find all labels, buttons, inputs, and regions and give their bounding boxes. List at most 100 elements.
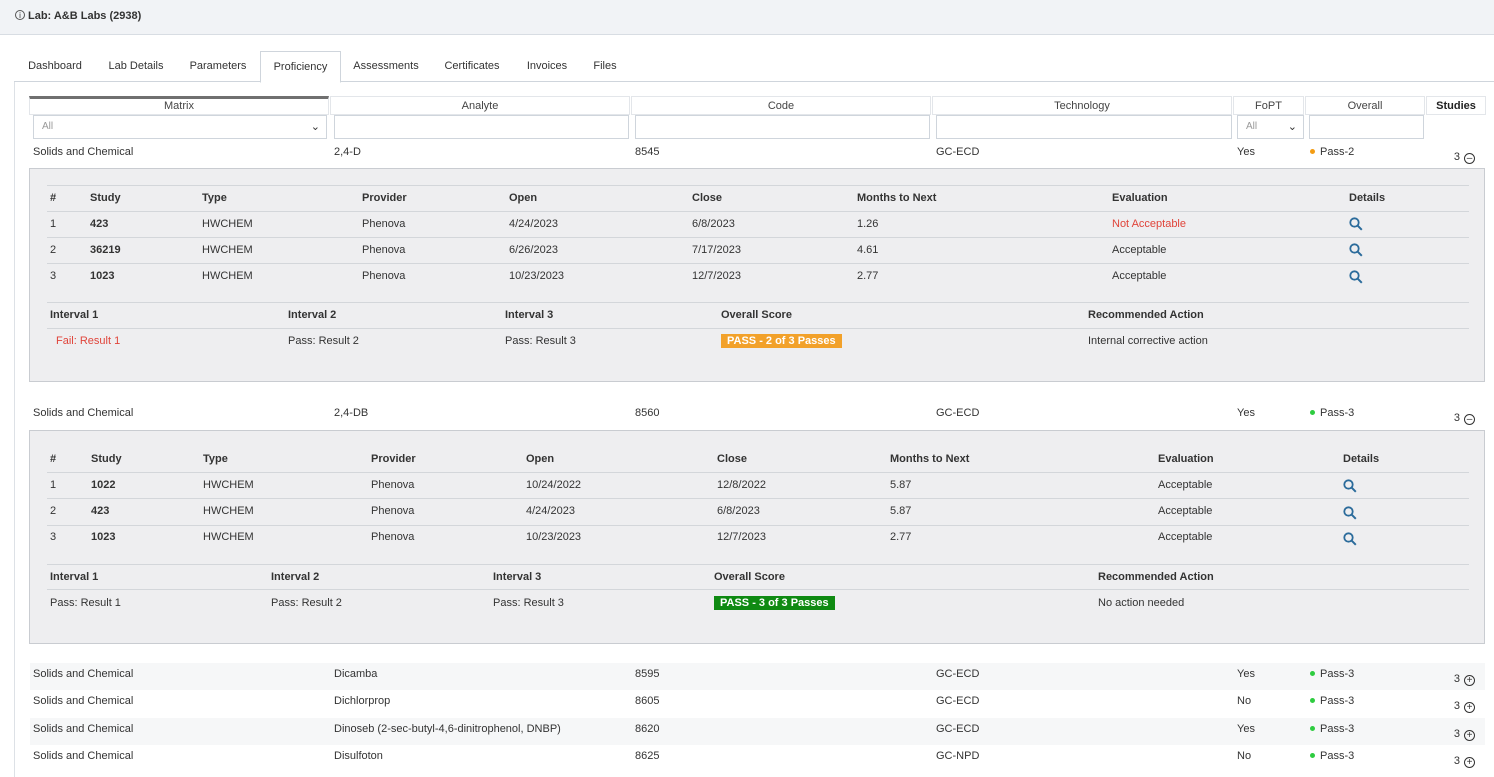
col-header-technology[interactable]: Technology: [932, 96, 1232, 115]
search-icon[interactable]: [1349, 270, 1363, 284]
cell-studies: 3 +: [1425, 673, 1485, 686]
study-provider: Phenova: [362, 218, 406, 230]
cell-studies: 3–: [1425, 412, 1485, 425]
detail-header-details: Details: [1349, 192, 1386, 204]
study-evaluation: Not Acceptable: [1112, 218, 1186, 230]
study-open: 10/23/2023: [509, 270, 565, 282]
tab-assessments[interactable]: Assessments: [341, 51, 431, 82]
matrix-filter-value: All: [42, 121, 54, 132]
study-provider: Phenova: [362, 244, 406, 256]
search-icon[interactable]: [1343, 532, 1357, 546]
col-header-fopt[interactable]: FoPT: [1233, 96, 1304, 115]
cell-matrix: Solids and Chemical: [33, 668, 134, 680]
status-dot-icon: [1310, 149, 1315, 154]
detail-header-type: Type: [202, 192, 227, 204]
table-row[interactable]: Solids and Chemical Dinoseb (2-sec-butyl…: [30, 718, 1485, 745]
summary-header-interval-2: Interval 2: [288, 309, 337, 321]
study-close: 6/8/2023: [692, 218, 735, 230]
study-num: 1: [50, 479, 57, 491]
summary-header-interval-1: Interval 1: [50, 309, 99, 321]
col-header-overall[interactable]: Overall: [1305, 96, 1425, 115]
studies-count: 3: [1453, 755, 1460, 767]
collapse-icon[interactable]: –: [1464, 414, 1475, 425]
table-row[interactable]: Solids and Chemical 2,4-DB 8560 GC-ECD Y…: [30, 402, 1485, 430]
search-icon[interactable]: [1343, 479, 1357, 493]
cell-analyte: 2,4-D: [334, 146, 361, 158]
study-evaluation: Acceptable: [1158, 531, 1213, 543]
study-months: 2.77: [890, 531, 912, 543]
study-num: 2: [50, 505, 57, 517]
table-row[interactable]: Solids and Chemical Disulfoton 8625 GC-N…: [30, 745, 1485, 773]
expand-icon[interactable]: +: [1464, 702, 1475, 713]
detail-header-open: Open: [526, 453, 555, 465]
detail-header-study: Study: [90, 192, 121, 204]
tab-lab-details[interactable]: Lab Details: [96, 51, 176, 82]
cell-code: 8545: [635, 146, 660, 158]
col-header-studies[interactable]: Studies: [1426, 96, 1486, 115]
cell-fopt: Yes: [1237, 407, 1255, 419]
detail-header-details: Details: [1343, 453, 1380, 465]
cell-code: 8560: [635, 407, 660, 419]
study-type: HWCHEM: [202, 218, 253, 230]
expand-icon[interactable]: +: [1464, 757, 1475, 768]
detail-header-study: Study: [91, 453, 122, 465]
search-icon[interactable]: [1349, 217, 1363, 231]
cell-technology: GC-NPD: [936, 750, 980, 762]
technology-filter-input[interactable]: [936, 115, 1232, 139]
collapse-icon[interactable]: –: [1464, 153, 1475, 164]
detail-header-evaluation: Evaluation: [1158, 453, 1214, 465]
expand-icon[interactable]: +: [1464, 675, 1475, 686]
lab-title-text: Lab: A&B Labs (2938): [28, 10, 142, 22]
col-header-analyte[interactable]: Analyte: [330, 96, 630, 115]
study-open: 10/24/2022: [526, 479, 582, 491]
detail-header-type: Type: [203, 453, 228, 465]
cell-matrix: Solids and Chemical: [33, 146, 134, 158]
tab-proficiency[interactable]: Proficiency: [260, 51, 341, 83]
interval-2-result: Pass: Result 2: [288, 335, 359, 347]
interval-1-result: Fail: Result 1: [56, 335, 121, 347]
overall-score-badge: PASS - 3 of 3 Passes: [714, 596, 835, 610]
col-header-code[interactable]: Code: [631, 96, 931, 115]
tab-files[interactable]: Files: [581, 51, 629, 82]
tab-parameters[interactable]: Parameters: [176, 51, 260, 82]
detail-header-months: Months to Next: [857, 192, 937, 204]
study-months: 2.77: [857, 270, 879, 282]
search-icon[interactable]: [1343, 506, 1357, 520]
cell-fopt: No: [1237, 750, 1252, 762]
analyte-filter-input[interactable]: [334, 115, 629, 139]
tab-invoices[interactable]: Invoices: [513, 51, 581, 82]
cell-technology: GC-ECD: [936, 146, 980, 158]
detail-header-evaluation: Evaluation: [1112, 192, 1168, 204]
chevron-down-icon: ⌄: [310, 121, 320, 133]
cell-matrix: Solids and Chemical: [33, 695, 134, 707]
interval-1-result: Pass: Result 1: [50, 597, 121, 609]
study-evaluation: Acceptable: [1158, 479, 1213, 491]
study-num: 3: [50, 531, 57, 543]
cell-overall: Pass-3: [1310, 695, 1354, 707]
study-evaluation: Acceptable: [1112, 244, 1167, 256]
overall-label: Pass-2: [1320, 146, 1355, 158]
interval-3-result: Pass: Result 3: [505, 335, 576, 347]
expand-icon[interactable]: +: [1464, 730, 1475, 741]
fopt-filter-select[interactable]: All ⌄: [1237, 115, 1304, 139]
table-row[interactable]: Solids and Chemical Dichlorprop 8605 GC-…: [30, 690, 1485, 718]
overall-filter-input[interactable]: [1309, 115, 1424, 139]
info-icon: i: [15, 10, 25, 20]
summary-header-interval-3: Interval 3: [493, 571, 542, 583]
tab-certificates[interactable]: Certificates: [431, 51, 513, 82]
code-filter-input[interactable]: [635, 115, 930, 139]
matrix-filter-select[interactable]: All ⌄: [33, 115, 327, 139]
recommended-action: Internal corrective action: [1088, 335, 1208, 347]
study-type: HWCHEM: [202, 270, 253, 282]
fopt-filter-value: All: [1246, 121, 1258, 132]
col-header-matrix[interactable]: Matrix: [29, 96, 329, 115]
table-row[interactable]: Solids and Chemical Dicamba 8595 GC-ECD …: [30, 663, 1485, 690]
search-icon[interactable]: [1349, 243, 1363, 257]
table-row[interactable]: Solids and Chemical 2,4-D 8545 GC-ECD Ye…: [30, 141, 1485, 168]
lab-title: i Lab: A&B Labs (2938): [15, 10, 141, 22]
tab-dashboard[interactable]: Dashboard: [14, 51, 96, 82]
studies-count: 3: [1453, 412, 1460, 424]
status-dot-icon: [1310, 698, 1315, 703]
study-type: HWCHEM: [202, 244, 253, 256]
studies-count: 3: [1453, 700, 1460, 712]
